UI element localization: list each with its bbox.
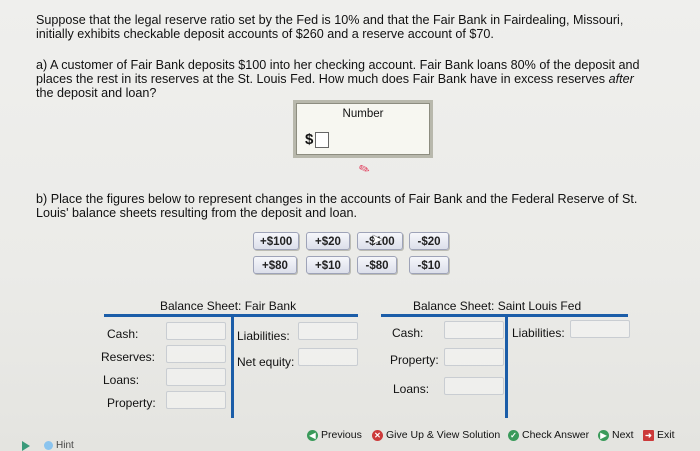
- stl-fed-sheet-title: Balance Sheet: Saint Louis Fed: [413, 299, 582, 313]
- fair-bank-asset-cash: Cash:: [107, 327, 139, 341]
- part-a-end: the deposit and loan?: [36, 86, 157, 100]
- stl-fed-cash-drop[interactable]: [444, 321, 504, 339]
- exit-button[interactable]: ➜ Exit: [643, 429, 675, 441]
- number-input[interactable]: [315, 131, 330, 148]
- mouse-pointer-icon: ➤: [371, 231, 383, 247]
- fair-bank-asset-reserves: Reserves:: [101, 350, 156, 364]
- chip-plus-20[interactable]: +$20: [306, 232, 350, 250]
- fair-bank-liab-liabilities: Liabilities:: [237, 329, 290, 343]
- fair-bank-liabilities-drop[interactable]: [298, 322, 358, 340]
- fair-bank-liab-net-equity: Net equity:: [237, 355, 295, 369]
- question-part-b: b) Place the figures below to represent …: [36, 192, 638, 220]
- part-a-italic: after: [608, 72, 634, 86]
- stl-fed-asset-property: Property:: [390, 353, 439, 367]
- stl-fed-asset-loans: Loans:: [393, 382, 430, 396]
- next-icon: ▶: [598, 429, 609, 441]
- chip-plus-100[interactable]: +$100: [253, 232, 299, 250]
- exit-icon: ➜: [643, 429, 654, 441]
- currency-symbol: $: [305, 131, 314, 148]
- chip-minus-20[interactable]: -$20: [409, 232, 449, 250]
- expand-arrow-icon: [22, 440, 30, 451]
- chip-minus-10[interactable]: -$10: [409, 256, 449, 274]
- hint-label: Hint: [56, 440, 74, 451]
- stl-fed-loans-drop[interactable]: [444, 377, 504, 395]
- chip-plus-80[interactable]: +$80: [253, 256, 297, 274]
- exit-label: Exit: [657, 429, 675, 441]
- fair-bank-sheet-title: Balance Sheet: Fair Bank: [160, 299, 297, 313]
- part-a-text: a) A customer of Fair Bank deposits $100…: [36, 58, 640, 86]
- fair-bank-reserves-drop[interactable]: [166, 345, 226, 363]
- fair-bank-divider: [231, 314, 234, 418]
- stl-fed-asset-cash: Cash:: [392, 326, 424, 340]
- stl-fed-property-drop[interactable]: [444, 348, 504, 366]
- stl-fed-divider: [505, 314, 508, 418]
- fair-bank-cash-drop[interactable]: [166, 322, 226, 340]
- lightbulb-icon: [44, 441, 53, 450]
- stl-fed-liab-liabilities: Liabilities:: [512, 326, 565, 340]
- question-part-a: a) A customer of Fair Bank deposits $100…: [36, 58, 646, 100]
- previous-button[interactable]: ◀ Previous: [307, 429, 362, 441]
- number-answer-box: Number $: [293, 100, 433, 158]
- give-up-button[interactable]: ✕ Give Up & View Solution: [372, 429, 500, 441]
- check-icon: ✓: [508, 429, 519, 441]
- next-button[interactable]: ▶ Next: [598, 429, 634, 441]
- previous-icon: ◀: [307, 429, 318, 441]
- previous-label: Previous: [321, 429, 362, 441]
- fair-bank-net-equity-drop[interactable]: [298, 348, 358, 366]
- hint-button[interactable]: Hint: [0, 440, 74, 451]
- give-up-label: Give Up & View Solution: [386, 429, 501, 441]
- check-answer-label: Check Answer: [522, 429, 590, 441]
- fair-bank-property-drop[interactable]: [166, 391, 226, 409]
- chip-plus-10[interactable]: +$10: [306, 256, 350, 274]
- check-answer-button[interactable]: ✓ Check Answer: [508, 429, 589, 441]
- chip-minus-80[interactable]: -$80: [357, 256, 397, 274]
- stl-fed-liabilities-drop[interactable]: [570, 320, 630, 338]
- number-label: Number: [342, 108, 384, 120]
- question-intro: Suppose that the legal reserve ratio set…: [36, 13, 624, 41]
- give-up-icon: ✕: [372, 429, 383, 441]
- fair-bank-asset-property: Property:: [107, 396, 156, 410]
- fair-bank-loans-drop[interactable]: [166, 368, 226, 386]
- fair-bank-asset-loans: Loans:: [103, 373, 140, 387]
- next-label: Next: [612, 429, 634, 441]
- status-icon: ✎: [356, 160, 373, 178]
